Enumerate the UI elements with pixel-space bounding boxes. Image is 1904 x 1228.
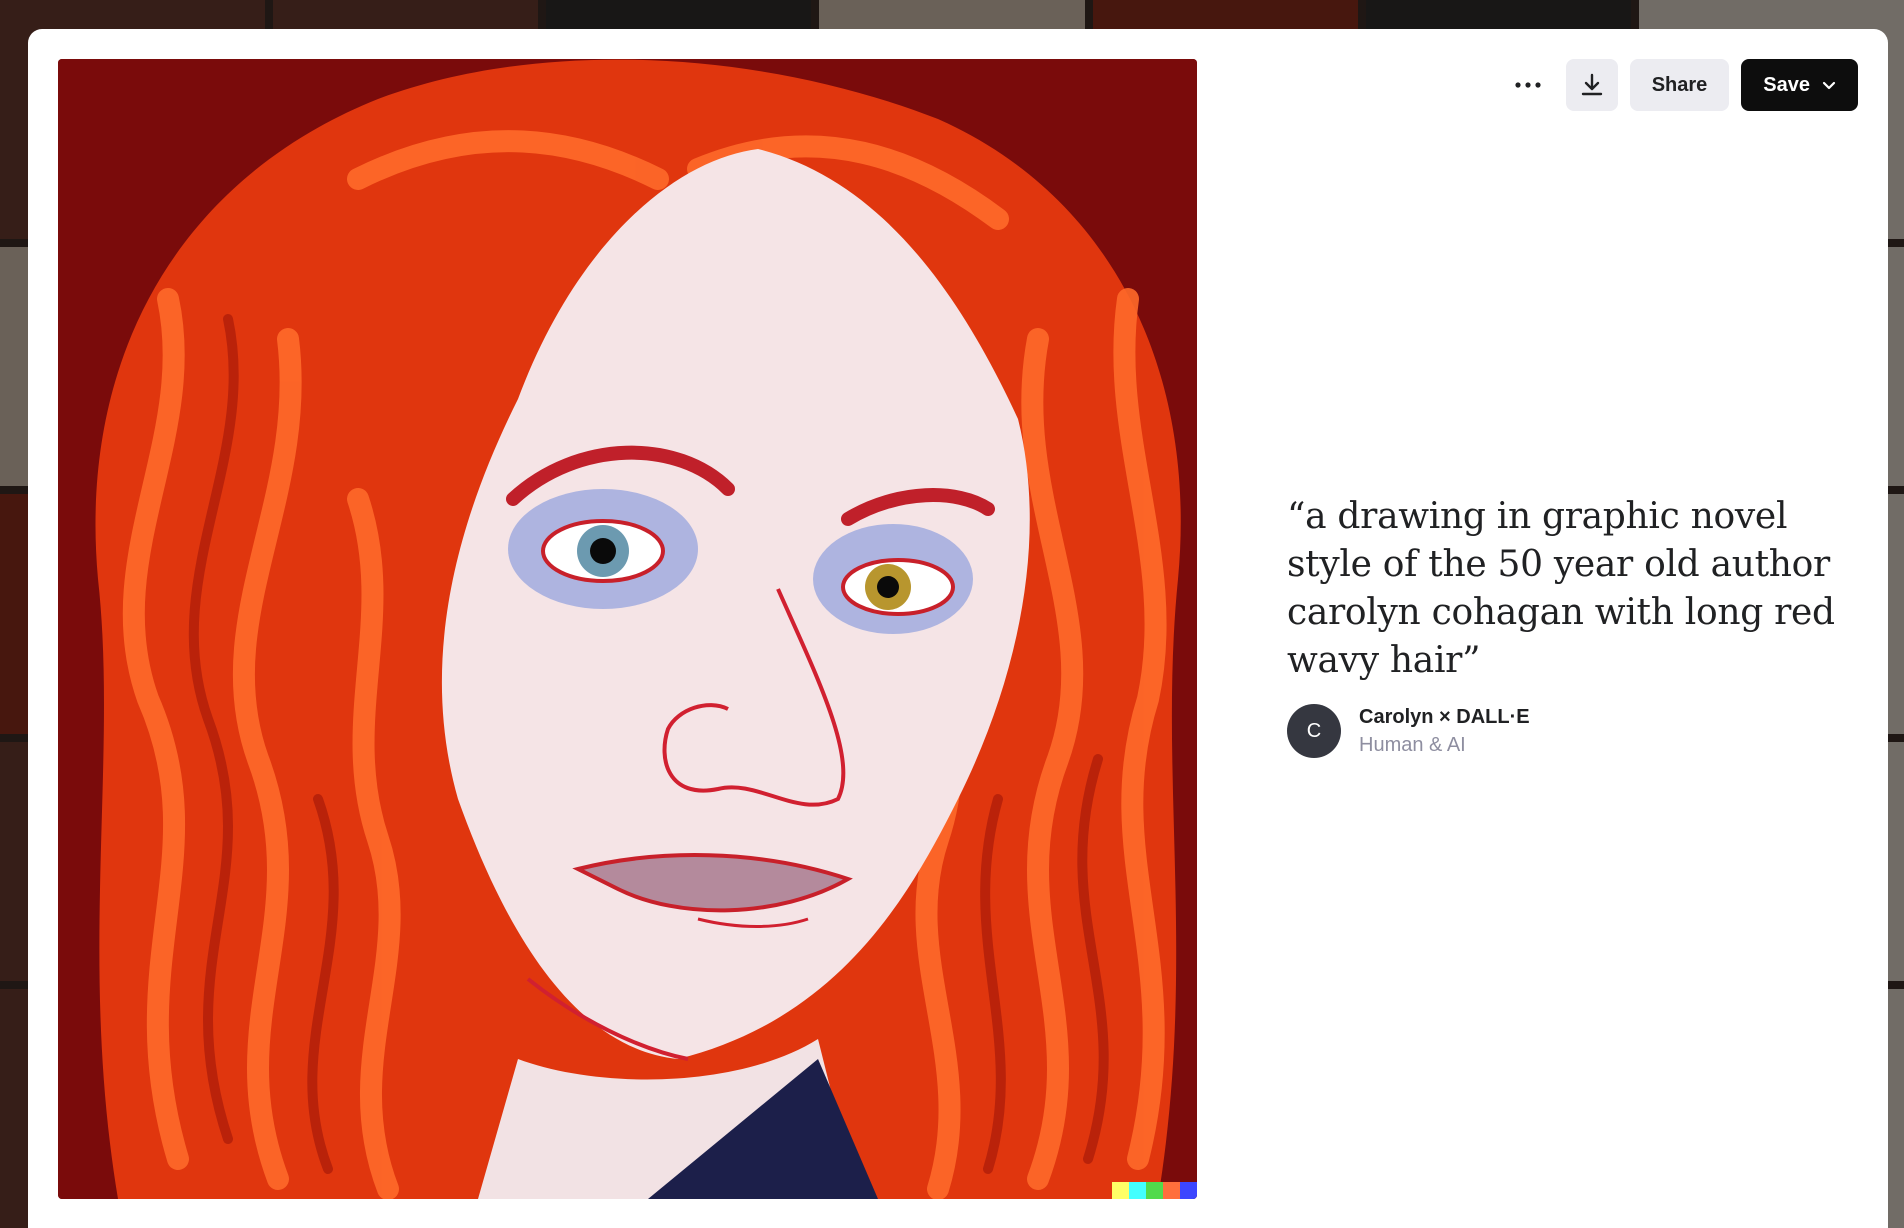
avatar[interactable]: C: [1287, 704, 1341, 758]
image-prompt: “a drawing in graphic novel style of the…: [1287, 496, 1835, 681]
author-text: Carolyn × DALL·E Human & AI: [1359, 706, 1530, 757]
save-button[interactable]: Save: [1741, 59, 1858, 111]
more-horizontal-icon: [1515, 82, 1541, 88]
color-signature: [1112, 1182, 1197, 1199]
author-info[interactable]: C Carolyn × DALL·E Human & AI: [1287, 704, 1530, 758]
more-options-button[interactable]: [1502, 59, 1554, 111]
share-button-label: Share: [1651, 73, 1708, 96]
download-icon: [1581, 73, 1602, 96]
share-button[interactable]: Share: [1629, 59, 1730, 111]
chevron-down-icon: [1822, 81, 1836, 89]
author-name[interactable]: Carolyn × DALL·E: [1359, 706, 1530, 729]
signature-swatch: [1163, 1182, 1180, 1199]
image-detail-modal: Share Save “a drawing in graphic novel s…: [28, 29, 1888, 1228]
save-button-label: Save: [1763, 73, 1810, 96]
signature-swatch: [1180, 1182, 1197, 1199]
image-toolbar: Share Save: [1502, 59, 1858, 111]
signature-swatch: [1112, 1182, 1129, 1199]
signature-swatch: [1129, 1182, 1146, 1199]
portrait-illustration: [58, 59, 1197, 1199]
generated-image[interactable]: [58, 59, 1197, 1199]
author-subtitle: Human & AI: [1359, 733, 1466, 756]
download-button[interactable]: [1565, 59, 1618, 111]
signature-swatch: [1146, 1182, 1163, 1199]
